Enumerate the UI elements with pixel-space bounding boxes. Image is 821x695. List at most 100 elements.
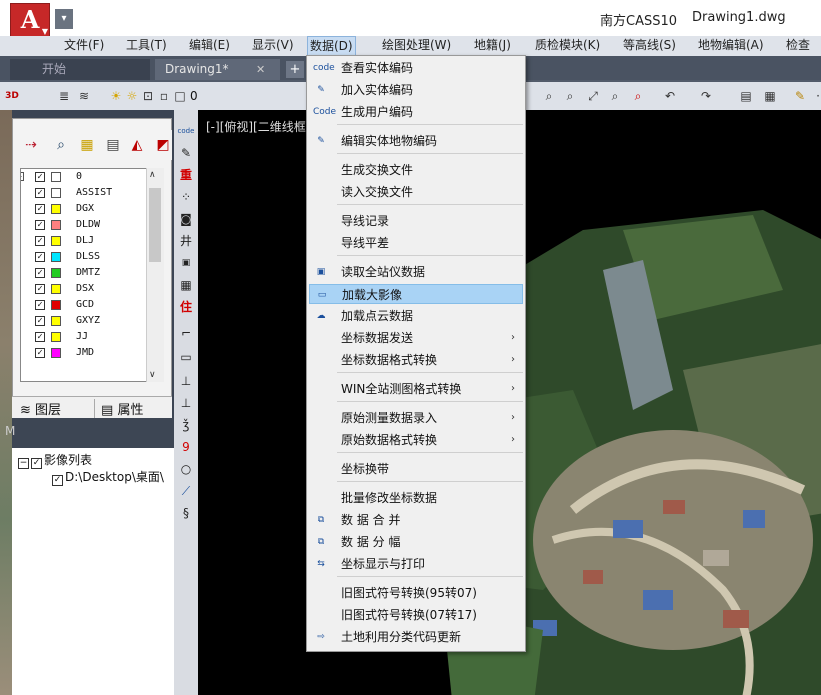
layer-visible-checkbox[interactable]: ✓ bbox=[35, 268, 45, 278]
layer-visible-checkbox[interactable]: ✓ bbox=[35, 332, 45, 342]
circle-tool-icon[interactable]: ○ bbox=[177, 460, 195, 478]
menu-data[interactable]: 数据(D) bbox=[307, 36, 356, 56]
corner-tool-icon[interactable]: ⌐ bbox=[177, 324, 195, 342]
data-menu-item[interactable]: 原始测量数据录入 › bbox=[309, 408, 523, 428]
design-center-icon[interactable]: ▦ bbox=[762, 88, 778, 104]
menu-view[interactable]: 显示(V) bbox=[250, 36, 296, 56]
checkbox-checked-icon[interactable]: ✓ bbox=[31, 458, 42, 469]
data-menu-item[interactable]: 坐标数据发送 › bbox=[309, 328, 523, 348]
scroll-down-icon[interactable]: ∨ bbox=[149, 370, 156, 380]
menu-edit[interactable]: 编辑(E) bbox=[187, 36, 232, 56]
zoom-previous-icon[interactable]: ⌕ bbox=[607, 88, 623, 104]
data-menu-item[interactable]: ⇨ 土地利用分类代码更新 bbox=[309, 627, 523, 647]
layer-visible-checkbox[interactable]: ✓ bbox=[35, 172, 45, 182]
layer-color-swatch[interactable] bbox=[51, 284, 61, 294]
fence-tool-icon[interactable]: ⊥ bbox=[177, 372, 195, 390]
layer-search-icon[interactable]: ⌕ bbox=[50, 134, 72, 156]
layer-color-swatch[interactable] bbox=[51, 300, 61, 310]
image-tree-item[interactable]: ✓ D:\Desktop\桌面\ bbox=[52, 468, 164, 486]
data-menu-item[interactable]: ⧉ 数 据 分 幅 bbox=[309, 532, 523, 552]
lock-icon[interactable]: ⊡ bbox=[140, 88, 156, 104]
rebuild-tool-icon[interactable]: 重 bbox=[177, 166, 195, 184]
properties-icon[interactable]: ▤ bbox=[738, 88, 754, 104]
layer-row[interactable]: ✓ ASSIST bbox=[21, 185, 163, 201]
scroll-thumb[interactable] bbox=[149, 188, 161, 262]
lightbulb-icon[interactable]: ☀ bbox=[108, 88, 124, 104]
layer-color-swatch[interactable] bbox=[51, 316, 61, 326]
data-menu-item[interactable]: ☁ 加载点云数据 bbox=[309, 306, 523, 326]
layer-visible-checkbox[interactable]: ✓ bbox=[35, 300, 45, 310]
elevation-tool-icon[interactable]: 9 bbox=[177, 438, 195, 456]
zoom-extents-icon[interactable]: ⤢ bbox=[585, 88, 601, 104]
close-tab-icon[interactable]: ✕ bbox=[256, 59, 270, 80]
curve-tool-icon[interactable]: § bbox=[177, 504, 195, 522]
tab-layers[interactable]: ≋ 图层 bbox=[20, 399, 61, 418]
layer-row[interactable]: ✓ DGX bbox=[21, 201, 163, 217]
redo-icon[interactable]: ↷ bbox=[698, 88, 714, 104]
layer-visible-checkbox[interactable]: ✓ bbox=[35, 236, 45, 246]
layer-visible-checkbox[interactable]: ✓ bbox=[35, 204, 45, 214]
layer-color-swatch[interactable] bbox=[51, 204, 61, 214]
collapse-icon[interactable]: − bbox=[18, 458, 29, 469]
layer-list-icon[interactable]: ▤ bbox=[102, 134, 124, 156]
residence-tool-icon[interactable]: 住 bbox=[177, 298, 195, 316]
data-menu-item[interactable]: code 查看实体编码 bbox=[309, 58, 523, 78]
layer-manager-icon[interactable]: ≣ bbox=[56, 88, 72, 104]
checkbox-checked-icon[interactable]: ✓ bbox=[52, 475, 63, 486]
viewport-label[interactable]: [-][俯视][二维线框] bbox=[206, 118, 310, 135]
layer-row[interactable]: ✓ DLSS bbox=[21, 249, 163, 265]
layer-visible-checkbox[interactable]: ✓ bbox=[35, 252, 45, 262]
layer-row[interactable]: ✓ JMD bbox=[21, 345, 163, 361]
camera-tool-icon[interactable]: ◙ bbox=[177, 210, 195, 228]
menu-contour[interactable]: 等高线(S) bbox=[621, 36, 678, 56]
data-menu-item[interactable]: 坐标换带 bbox=[309, 459, 523, 479]
menu-drawing[interactable]: 绘图处理(W) bbox=[380, 36, 453, 56]
data-menu-item[interactable]: 坐标数据格式转换 › bbox=[309, 350, 523, 370]
sun-icon[interactable]: ☼ bbox=[124, 88, 140, 104]
layer-row[interactable]: ✓ DSX bbox=[21, 281, 163, 297]
data-menu-item[interactable]: 导线记录 bbox=[309, 211, 523, 231]
data-menu-item[interactable]: 读入交换文件 bbox=[309, 182, 523, 202]
data-menu-item[interactable]: 旧图式符号转换(07转17) bbox=[309, 605, 523, 625]
layer-row[interactable]: ✓ GXYZ bbox=[21, 313, 163, 329]
layer-color-swatch[interactable] bbox=[51, 252, 61, 262]
layer-row[interactable]: ✓ DLJ bbox=[21, 233, 163, 249]
rectangle-tool-icon[interactable]: ▭ bbox=[177, 348, 195, 366]
layer-row[interactable]: ✓ JJ bbox=[21, 329, 163, 345]
layer-visible-checkbox[interactable]: ✓ bbox=[35, 220, 45, 230]
zoom-window-icon[interactable]: ⌕ bbox=[562, 88, 578, 104]
data-menu-item[interactable]: ▭ 加载大影像 bbox=[309, 284, 523, 304]
layer-row[interactable]: + ✓ 0 bbox=[21, 169, 163, 185]
zoom-realtime-icon[interactable]: ⌕ bbox=[630, 88, 646, 104]
layer-walk-icon[interactable]: ◩ bbox=[152, 134, 174, 156]
menu-quality[interactable]: 质检模块(K) bbox=[533, 36, 602, 56]
scroll-up-icon[interactable]: ∧ bbox=[149, 170, 156, 180]
menu-file[interactable]: 文件(F) bbox=[62, 36, 106, 56]
layer-color-swatch[interactable] bbox=[51, 172, 61, 182]
3d-icon[interactable]: 3D bbox=[4, 88, 20, 104]
code-search-tool-icon[interactable]: code bbox=[177, 122, 195, 140]
menu-cadastre[interactable]: 地籍(J) bbox=[472, 36, 513, 56]
menu-tools[interactable]: 工具(T) bbox=[124, 36, 169, 56]
layer-row[interactable]: ✓ DMTZ bbox=[21, 265, 163, 281]
layer-row[interactable]: ✓ DLDW bbox=[21, 217, 163, 233]
fill-tool-icon[interactable]: ▦ bbox=[177, 276, 195, 294]
layer-match-icon[interactable]: ◭ bbox=[126, 134, 148, 156]
new-tab-button[interactable]: + bbox=[286, 61, 304, 78]
data-menu-item[interactable]: ✎ 编辑实体地物编码 bbox=[309, 131, 523, 151]
data-menu-item[interactable]: 生成交换文件 bbox=[309, 160, 523, 180]
layer-visible-checkbox[interactable]: ✓ bbox=[35, 348, 45, 358]
layer-state-icon[interactable]: ≋ bbox=[76, 88, 92, 104]
grass-tool-icon[interactable]: ǯ bbox=[177, 416, 195, 434]
menu-feature-edit[interactable]: 地物编辑(A) bbox=[696, 36, 766, 56]
data-menu-item[interactable]: ▣ 读取全站仪数据 bbox=[309, 262, 523, 282]
image-tool-icon[interactable]: ▣ bbox=[177, 254, 195, 272]
data-menu-item[interactable]: 旧图式符号转换(95转07) bbox=[309, 583, 523, 603]
app-menu-button[interactable]: A ▼ bbox=[10, 3, 50, 38]
menu-check[interactable]: 检查入 bbox=[784, 36, 821, 70]
data-menu-item[interactable]: 原始数据格式转换 › bbox=[309, 430, 523, 450]
data-menu-item[interactable]: 批量修改坐标数据 bbox=[309, 488, 523, 508]
zoom-icon[interactable]: ⌕ bbox=[541, 88, 557, 104]
data-menu-item[interactable]: Code 生成用户编码 bbox=[309, 102, 523, 122]
data-menu-item[interactable]: WIN全站测图格式转换 › bbox=[309, 379, 523, 399]
